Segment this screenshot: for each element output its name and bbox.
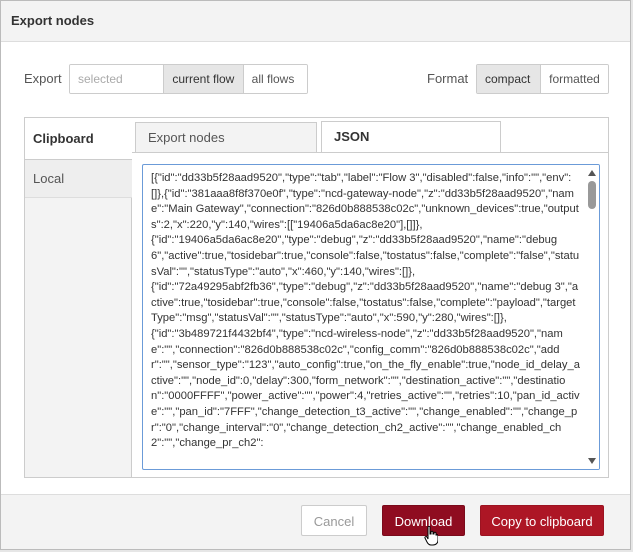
tab-json[interactable]: JSON xyxy=(321,121,501,153)
scroll-thumb[interactable] xyxy=(588,181,596,209)
export-target-sidebar: Clipboard Local xyxy=(25,118,132,477)
export-current-flow-button[interactable]: current flow xyxy=(163,65,243,93)
export-selected-nodes-button[interactable]: selected nodes xyxy=(70,65,164,93)
format-label: Format xyxy=(427,71,469,86)
dialog-title: Export nodes xyxy=(11,13,95,28)
scroll-up-arrow-icon[interactable] xyxy=(588,170,596,176)
hand-cursor-icon xyxy=(424,526,438,546)
export-label: Export xyxy=(24,71,62,86)
json-textarea[interactable]: [{"id":"dd33b5f28aad9520","type":"tab","… xyxy=(142,164,600,470)
export-dialog: Export nodes Export selected nodes curre… xyxy=(0,0,631,550)
sidebar-item-clipboard[interactable]: Clipboard xyxy=(25,118,132,160)
tab-export-nodes[interactable]: Export nodes xyxy=(135,122,317,152)
export-all-flows-button[interactable]: all flows xyxy=(242,65,307,93)
scroll-down-arrow-icon[interactable] xyxy=(588,458,596,464)
export-panel: Clipboard Local Export nodes JSON [{"id"… xyxy=(24,117,609,478)
dialog-titlebar: Export nodes xyxy=(1,1,630,42)
format-formatted-button[interactable]: formatted xyxy=(540,65,608,93)
tab-divider xyxy=(132,152,608,153)
sidebar-item-local[interactable]: Local xyxy=(25,160,132,198)
format-group: compact formatted xyxy=(476,64,609,94)
export-scope-group: selected nodes current flow all flows xyxy=(69,64,308,94)
json-text: [{"id":"dd33b5f28aad9520","type":"tab","… xyxy=(151,172,580,450)
copy-to-clipboard-button[interactable]: Copy to clipboard xyxy=(480,505,604,536)
json-scrollbar[interactable] xyxy=(585,165,599,469)
format-compact-button[interactable]: compact xyxy=(477,65,541,93)
cancel-button[interactable]: Cancel xyxy=(301,505,367,536)
